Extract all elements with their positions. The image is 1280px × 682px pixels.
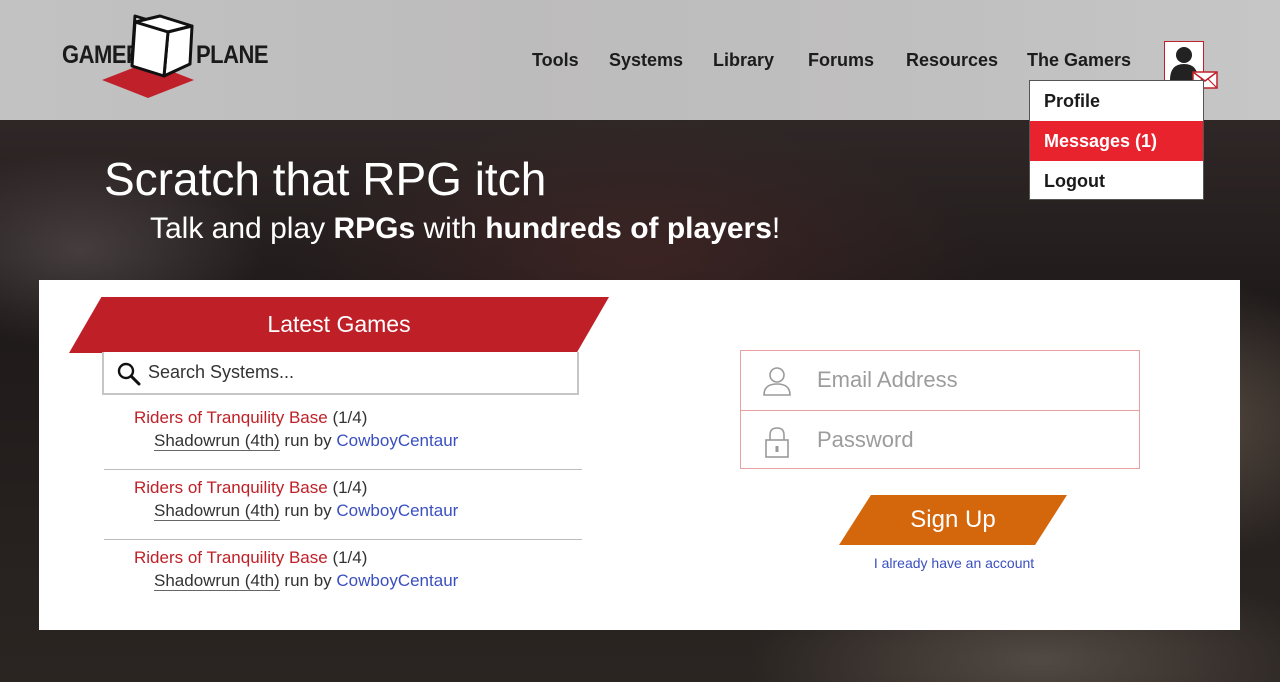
login-form (740, 350, 1140, 469)
game-list-item: Riders of Tranquility Base (1/4) Shadowr… (104, 400, 582, 470)
nav-the-gamers[interactable]: The Gamers (1027, 50, 1131, 71)
game-run-by-label: run by (284, 431, 332, 450)
menu-item-profile[interactable]: Profile (1030, 81, 1203, 121)
search-systems-input[interactable] (148, 358, 568, 386)
game-player-count: (1/4) (332, 408, 368, 427)
hero-subtitle-part1: Talk and play (150, 212, 334, 245)
menu-item-messages[interactable]: Messages (1) (1030, 121, 1203, 161)
latest-games-heading: Latest Games (267, 311, 411, 337)
email-row (741, 351, 1139, 410)
email-field[interactable] (817, 365, 1117, 395)
game-title-line: Riders of Tranquility Base (1/4) (134, 408, 367, 428)
game-title-link[interactable]: Riders of Tranquility Base (134, 478, 328, 497)
hero-subtitle-part3: ! (771, 212, 781, 245)
game-gm-link[interactable]: CowboyCentaur (336, 571, 458, 590)
dice-logo-icon (102, 14, 194, 98)
game-system-link[interactable]: Shadowrun (4th) (154, 571, 280, 591)
game-title-link[interactable]: Riders of Tranquility Base (134, 548, 328, 567)
game-gm-link[interactable]: CowboyCentaur (336, 501, 458, 520)
gamers-plane-logo[interactable]: GAMERS PLANE (60, 12, 269, 112)
logo-text-right: PLANE (196, 40, 269, 69)
user-outline-icon (763, 367, 791, 396)
hero-subtitle: Talk and play RPGs with hundreds of play… (150, 212, 780, 246)
game-meta-line: Shadowrun (4th) run by CowboyCentaur (154, 501, 458, 521)
nav-resources[interactable]: Resources (906, 50, 998, 71)
password-row (741, 410, 1139, 469)
game-title-line: Riders of Tranquility Base (1/4) (134, 478, 367, 498)
user-dropdown-menu: Profile Messages (1) Logout (1029, 80, 1204, 200)
hero-subtitle-bold2: hundreds of players (485, 212, 772, 245)
game-player-count: (1/4) (332, 478, 368, 497)
have-account-link[interactable]: I already have an account (868, 555, 1040, 571)
nav-forums[interactable]: Forums (808, 50, 874, 71)
sign-up-button-label: Sign Up (910, 506, 996, 533)
game-run-by-label: run by (284, 571, 332, 590)
main-panel: Latest Games Riders of Tranquility Base … (39, 280, 1240, 630)
nav-library[interactable]: Library (713, 50, 774, 71)
nav-systems[interactable]: Systems (609, 50, 683, 71)
game-meta-line: Shadowrun (4th) run by CowboyCentaur (154, 571, 458, 591)
game-title-line: Riders of Tranquility Base (1/4) (134, 548, 367, 568)
menu-item-logout[interactable]: Logout (1030, 161, 1203, 201)
lock-icon (765, 427, 789, 458)
game-list-item: Riders of Tranquility Base (1/4) Shadowr… (104, 470, 582, 540)
game-system-link[interactable]: Shadowrun (4th) (154, 501, 280, 521)
latest-games-banner: Latest Games (69, 297, 609, 353)
nav-tools[interactable]: Tools (532, 50, 579, 71)
game-system-link[interactable]: Shadowrun (4th) (154, 431, 280, 451)
search-systems-box (102, 352, 579, 395)
sign-up-button[interactable]: Sign Up (839, 495, 1067, 545)
game-meta-line: Shadowrun (4th) run by CowboyCentaur (154, 431, 458, 451)
game-gm-link[interactable]: CowboyCentaur (336, 431, 458, 450)
hero-subtitle-part2: with (415, 212, 486, 245)
search-icon (117, 362, 141, 386)
game-title-link[interactable]: Riders of Tranquility Base (134, 408, 328, 427)
game-player-count: (1/4) (332, 548, 368, 567)
password-field[interactable] (817, 425, 1117, 455)
game-run-by-label: run by (284, 501, 332, 520)
hero-subtitle-bold1: RPGs (333, 212, 416, 245)
latest-games-list: Riders of Tranquility Base (1/4) Shadowr… (104, 400, 582, 610)
game-list-item: Riders of Tranquility Base (1/4) Shadowr… (104, 540, 582, 610)
hero-title: Scratch that RPG itch (104, 153, 547, 205)
